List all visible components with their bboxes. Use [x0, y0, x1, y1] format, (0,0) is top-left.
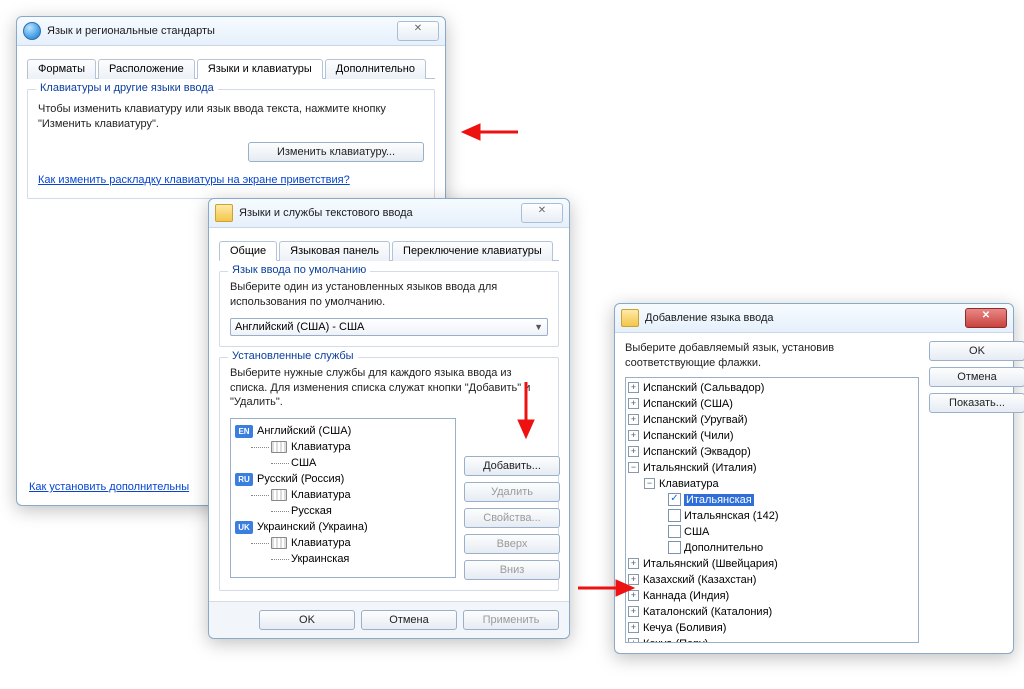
window-title: Язык и региональные стандарты	[47, 25, 397, 37]
expand-icon[interactable]: +	[628, 622, 639, 633]
install-additional-link[interactable]: Как установить дополнительны	[29, 481, 189, 493]
expand-icon[interactable]: +	[628, 414, 639, 425]
expand-icon[interactable]: +	[628, 606, 639, 617]
tab-bar: Общие Языковая панель Переключение клави…	[219, 240, 559, 261]
checkbox[interactable]	[668, 541, 681, 554]
tab-keyboards[interactable]: Языки и клавиатуры	[197, 59, 323, 79]
expand-icon[interactable]: +	[628, 558, 639, 569]
tree-node[interactable]: Испанский (Уругвай)	[643, 414, 748, 426]
lang-name: Английский (США)	[257, 425, 351, 437]
arrow-icon	[460, 118, 520, 148]
collapse-icon[interactable]: −	[628, 462, 639, 473]
cancel-button[interactable]: Отмена	[361, 610, 457, 630]
welcome-screen-link[interactable]: Как изменить раскладку клавиатуры на экр…	[38, 174, 350, 186]
kb-label: Клавиатура	[291, 441, 351, 453]
cancel-button[interactable]: Отмена	[929, 367, 1024, 387]
tree-node[interactable]: Кечуа (Перу)	[643, 638, 708, 643]
installed-services-group-title: Установленные службы	[228, 350, 358, 362]
titlebar[interactable]: Языки и службы текстового ввода ✕	[209, 199, 569, 228]
tree-node[interactable]: Клавиатура	[659, 478, 719, 490]
tree-node[interactable]: Кечуа (Боливия)	[643, 622, 726, 634]
keyboard-icon	[271, 441, 287, 453]
tree-node[interactable]: Испанский (Чили)	[643, 430, 734, 442]
default-lang-group-title: Язык ввода по умолчанию	[228, 264, 370, 276]
dialog-footer: OK Отмена Применить	[209, 601, 569, 638]
tab-formats[interactable]: Форматы	[27, 59, 96, 79]
tree-node[interactable]: Испанский (Сальвадор)	[643, 382, 764, 394]
layout-name: Русская	[291, 505, 332, 517]
tab-switch-keyboard[interactable]: Переключение клавиатуры	[392, 241, 553, 261]
expand-icon[interactable]: +	[628, 382, 639, 393]
checkbox[interactable]	[668, 509, 681, 522]
lang-badge-uk: UK	[235, 521, 253, 534]
kb-label: Клавиатура	[291, 537, 351, 549]
keyboard-dialog-icon	[215, 204, 233, 222]
expand-icon[interactable]: +	[628, 430, 639, 441]
tab-language-bar[interactable]: Языковая панель	[279, 241, 390, 261]
chevron-down-icon: ▼	[534, 322, 543, 332]
globe-icon	[23, 22, 41, 40]
tree-node[interactable]: Каннада (Индия)	[643, 590, 729, 602]
expand-icon[interactable]: +	[628, 638, 639, 643]
lang-badge-ru: RU	[235, 473, 253, 486]
instruction-text: Выберите добавляемый язык, установив соо…	[625, 341, 919, 371]
default-lang-text: Выберите один из установленных языков вв…	[230, 280, 548, 310]
add-button[interactable]: Добавить...	[464, 456, 560, 476]
window-title: Добавление языка ввода	[645, 312, 965, 324]
expand-icon[interactable]: +	[628, 446, 639, 457]
change-keyboard-button[interactable]: Изменить клавиатуру...	[248, 142, 424, 162]
groupbox-title: Клавиатуры и другие языки ввода	[36, 82, 218, 94]
tree-leaf[interactable]: Итальянская (142)	[684, 510, 778, 522]
arrow-icon	[576, 574, 636, 604]
tree-node[interactable]: Итальянский (Италия)	[643, 462, 757, 474]
checkbox-checked[interactable]: ✓	[668, 493, 681, 506]
properties-button[interactable]: Свойства...	[464, 508, 560, 528]
layout-name: Украинская	[291, 553, 349, 565]
titlebar[interactable]: Добавление языка ввода ✕	[615, 304, 1013, 333]
tree-leaf[interactable]: Дополнительно	[684, 542, 763, 554]
tree-node[interactable]: Испанский (Эквадор)	[643, 446, 751, 458]
installed-services-text: Выберите нужные службы для каждого языка…	[230, 366, 548, 411]
layout-name: США	[291, 457, 316, 469]
keyboard-icon	[271, 489, 287, 501]
language-tree[interactable]: +Испанский (Сальвадор) +Испанский (США) …	[625, 377, 919, 643]
lang-badge-en: EN	[235, 425, 253, 438]
ok-button[interactable]: OK	[929, 341, 1024, 361]
apply-button[interactable]: Применить	[463, 610, 559, 630]
default-lang-select[interactable]: Английский (США) - США ▼	[230, 318, 548, 336]
keyboard-icon	[271, 537, 287, 549]
ok-button[interactable]: OK	[259, 610, 355, 630]
collapse-icon[interactable]: −	[644, 478, 655, 489]
tree-leaf-selected[interactable]: Итальянская	[684, 494, 754, 506]
close-button[interactable]: ✕	[965, 308, 1007, 328]
tree-node[interactable]: Итальянский (Швейцария)	[643, 558, 778, 570]
tree-node[interactable]: Каталонский (Каталония)	[643, 606, 772, 618]
expand-icon[interactable]: +	[628, 398, 639, 409]
kb-label: Клавиатура	[291, 489, 351, 501]
tree-node[interactable]: Казахский (Казахстан)	[643, 574, 756, 586]
arrow-icon	[512, 380, 542, 440]
titlebar[interactable]: Язык и региональные стандарты ✕	[17, 17, 445, 46]
show-button[interactable]: Показать...	[929, 393, 1024, 413]
add-input-language-window: Добавление языка ввода ✕ Выберите добавл…	[614, 303, 1014, 654]
down-button[interactable]: Вниз	[464, 560, 560, 580]
tab-general[interactable]: Общие	[219, 241, 277, 261]
checkbox[interactable]	[668, 525, 681, 538]
default-lang-value: Английский (США) - США	[235, 321, 364, 333]
tab-additional[interactable]: Дополнительно	[325, 59, 426, 79]
keyboard-dialog-icon	[621, 309, 639, 327]
installed-languages-list[interactable]: EN Английский (США) Клавиатура США RU Русс…	[230, 418, 456, 578]
close-button[interactable]: ✕	[521, 203, 563, 223]
close-button[interactable]: ✕	[397, 21, 439, 41]
description-text: Чтобы изменить клавиатуру или язык ввода…	[38, 102, 424, 132]
lang-name: Русский (Россия)	[257, 473, 344, 485]
delete-button[interactable]: Удалить	[464, 482, 560, 502]
up-button[interactable]: Вверх	[464, 534, 560, 554]
tab-location[interactable]: Расположение	[98, 59, 195, 79]
lang-name: Украинский (Украина)	[257, 521, 368, 533]
window-title: Языки и службы текстового ввода	[239, 207, 521, 219]
tree-node[interactable]: Испанский (США)	[643, 398, 733, 410]
tree-leaf[interactable]: США	[684, 526, 709, 538]
tab-bar: Форматы Расположение Языки и клавиатуры …	[27, 58, 435, 79]
